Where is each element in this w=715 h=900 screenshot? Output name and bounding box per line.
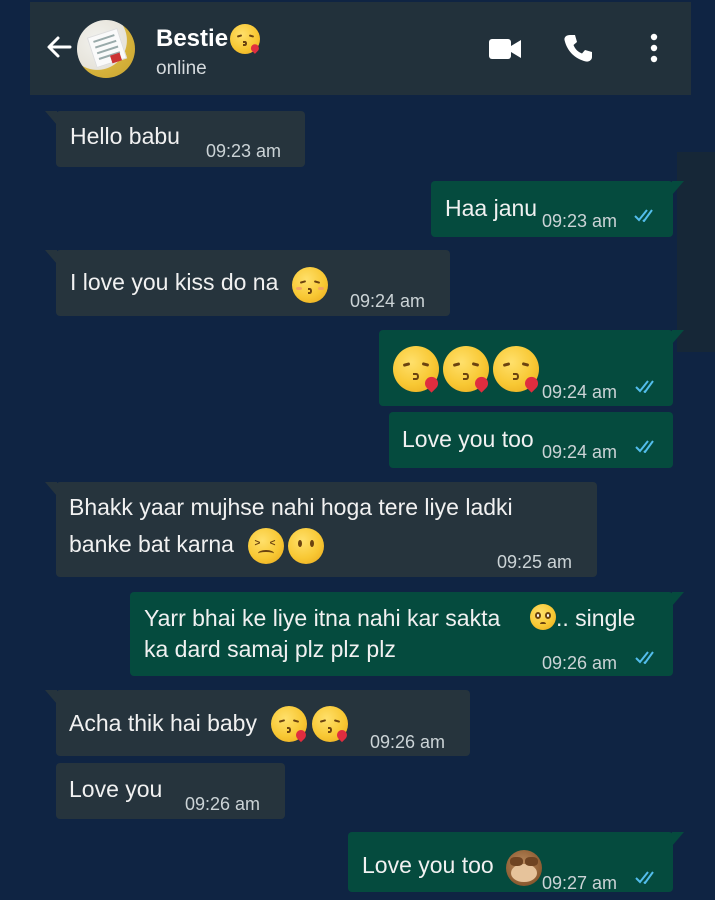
- message-text-line: .. single: [556, 605, 636, 631]
- read-receipt-icon: [635, 651, 654, 664]
- message-text: Love you: [69, 776, 163, 802]
- voice-call-icon[interactable]: [563, 33, 593, 63]
- read-receipt-icon: [635, 440, 654, 453]
- face-blowing-kiss-icon: [230, 24, 262, 55]
- confounded-face-emoji: > <: [248, 528, 284, 564]
- message-outgoing[interactable]: Haa janu 09:23 am: [431, 181, 684, 237]
- message-time: 09:24 am: [350, 291, 426, 311]
- face-blowing-kiss-emoji: [443, 346, 491, 393]
- contact-name: Bestie: [156, 25, 229, 52]
- message-text: Love you too: [402, 426, 534, 452]
- message-incoming[interactable]: I love you kiss do na 09:24 am: [45, 250, 450, 316]
- face-blowing-kiss-emoji: [312, 706, 350, 743]
- message-outgoing[interactable]: Love you too 09:27 am: [348, 832, 684, 893]
- message-outgoing[interactable]: Love you too 09:24 am: [389, 412, 673, 468]
- message-time: 09:27 am: [542, 873, 618, 893]
- message-text-line: Bhakk yaar mujhse nahi hoga tere liye la…: [69, 494, 513, 520]
- message-text: Love you too: [362, 852, 494, 878]
- kissing-closed-eyes-emoji: [292, 267, 328, 303]
- message-text: Acha thik hai baby: [69, 710, 257, 736]
- read-receipt-icon: [635, 380, 654, 393]
- pleading-face-emoji: [530, 604, 556, 630]
- back-arrow-icon[interactable]: [44, 32, 74, 62]
- message-time: 09:25 am: [497, 552, 573, 572]
- video-call-icon[interactable]: [488, 37, 522, 61]
- message-time: 09:26 am: [185, 794, 261, 814]
- message-time: 09:23 am: [206, 141, 282, 161]
- more-options-icon[interactable]: [649, 33, 659, 63]
- message-time: 09:23 am: [542, 211, 618, 231]
- message-text: Hello babu: [70, 123, 180, 149]
- message-time: 09:26 am: [370, 732, 446, 752]
- message-outgoing[interactable]: 09:24 am: [379, 330, 684, 406]
- message-incoming[interactable]: Acha thik hai baby 09:26 am: [45, 690, 470, 756]
- see-no-evil-monkey-emoji: [506, 850, 542, 886]
- message-time: 09:24 am: [542, 382, 618, 402]
- contact-title[interactable]: Bestie: [156, 24, 262, 55]
- read-receipt-icon: [634, 209, 653, 222]
- message-time: 09:26 am: [542, 653, 618, 673]
- message-text-line: Yarr bhai ke liye itna nahi kar sakta: [144, 605, 501, 631]
- message-incoming[interactable]: Bhakk yaar mujhse nahi hoga tere liye la…: [45, 482, 597, 577]
- face-blowing-kiss-emoji: [393, 346, 441, 393]
- face-blowing-kiss-emoji: [271, 706, 309, 743]
- face-blowing-kiss-emoji: [493, 346, 541, 393]
- message-text: I love you kiss do na: [70, 269, 279, 295]
- message-incoming[interactable]: Hello babu 09:23 am: [45, 111, 305, 167]
- contact-status: online: [156, 58, 207, 79]
- read-receipt-icon: [635, 871, 654, 884]
- message-time: 09:24 am: [542, 442, 618, 462]
- message-text-line: banke bat karna: [69, 531, 234, 557]
- message-text: Haa janu: [445, 195, 538, 221]
- message-outgoing[interactable]: Yarr bhai ke liye itna nahi kar sakta ..…: [130, 592, 684, 676]
- chat-header: Bestie online: [30, 2, 691, 95]
- contact-avatar[interactable]: [77, 20, 135, 78]
- message-incoming[interactable]: Love you 09:26 am: [56, 763, 285, 819]
- message-text-line: ka dard samaj plz plz plz: [144, 636, 396, 662]
- face-without-mouth-emoji: [288, 528, 324, 564]
